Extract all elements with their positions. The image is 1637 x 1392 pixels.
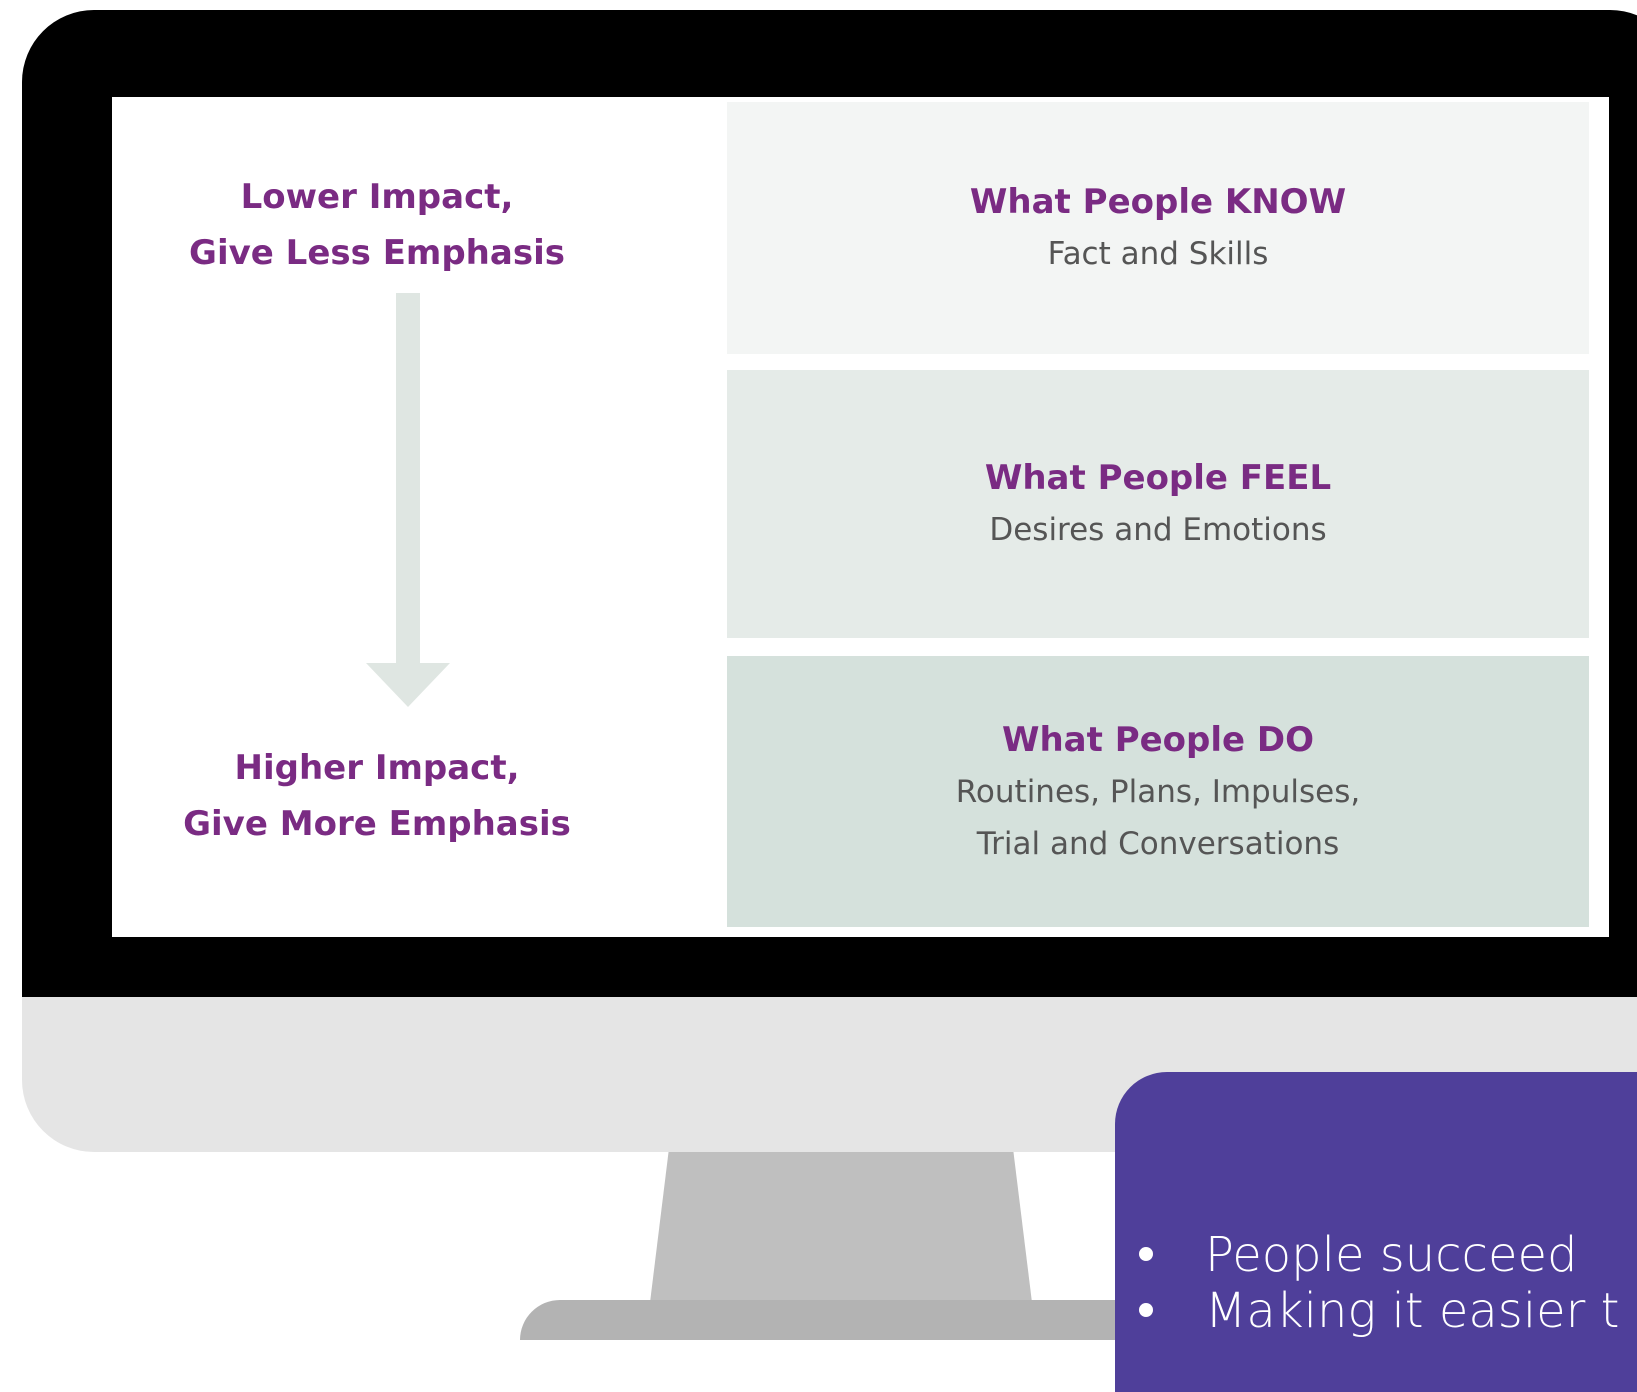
bullet-icon — [1139, 1303, 1153, 1317]
band-feel-title: What People FEEL — [984, 458, 1332, 498]
band-feel: What People FEEL Desires and Emotions — [727, 370, 1589, 638]
callout-panel: People succeed Making it easier t — [1115, 1072, 1637, 1392]
band-know: What People KNOW Fact and Skills — [727, 102, 1589, 354]
band-know-subtitle-line: Fact and Skills — [1047, 236, 1269, 272]
down-arrow-icon — [366, 293, 450, 707]
band-do-subtitle-line-1: Routines, Plans, Impulses, — [955, 773, 1361, 810]
monitor: Lower Impact, Give Less Emphasis Higher … — [22, 10, 1637, 1152]
band-feel-subtitle: Desires and Emotions — [989, 504, 1326, 556]
band-know-subtitle: Fact and Skills — [1048, 228, 1269, 280]
callout-item: People succeed — [1139, 1227, 1620, 1283]
callout-list: People succeed Making it easier t — [1139, 1227, 1620, 1339]
higher-impact-line-1: Higher Impact, — [234, 748, 520, 788]
band-do-subtitle-line-2: Trial and Conversations — [976, 825, 1340, 862]
callout-item-text: Making it easier t — [1205, 1283, 1620, 1339]
band-do: What People DO Routines, Plans, Impulses… — [727, 656, 1589, 927]
band-do-title: What People DO — [1001, 719, 1315, 760]
callout-item-text: People succeed — [1205, 1227, 1578, 1283]
band-do-subtitle: Routines, Plans, Impulses, Trial and Con… — [956, 766, 1360, 870]
bullet-icon — [1139, 1247, 1153, 1261]
monitor-foot — [520, 1300, 1160, 1340]
higher-impact-line-2: Give More Emphasis — [183, 804, 571, 844]
lower-impact-line-1: Lower Impact, — [240, 177, 514, 217]
lower-impact-label: Lower Impact, Give Less Emphasis — [112, 169, 642, 281]
callout-item: Making it easier t — [1139, 1283, 1620, 1339]
band-know-title: What People KNOW — [969, 182, 1347, 222]
higher-impact-label: Higher Impact, Give More Emphasis — [112, 740, 642, 852]
lower-impact-line-2: Give Less Emphasis — [189, 233, 565, 273]
monitor-screen: Lower Impact, Give Less Emphasis Higher … — [112, 97, 1609, 937]
band-feel-subtitle-line: Desires and Emotions — [989, 512, 1327, 548]
